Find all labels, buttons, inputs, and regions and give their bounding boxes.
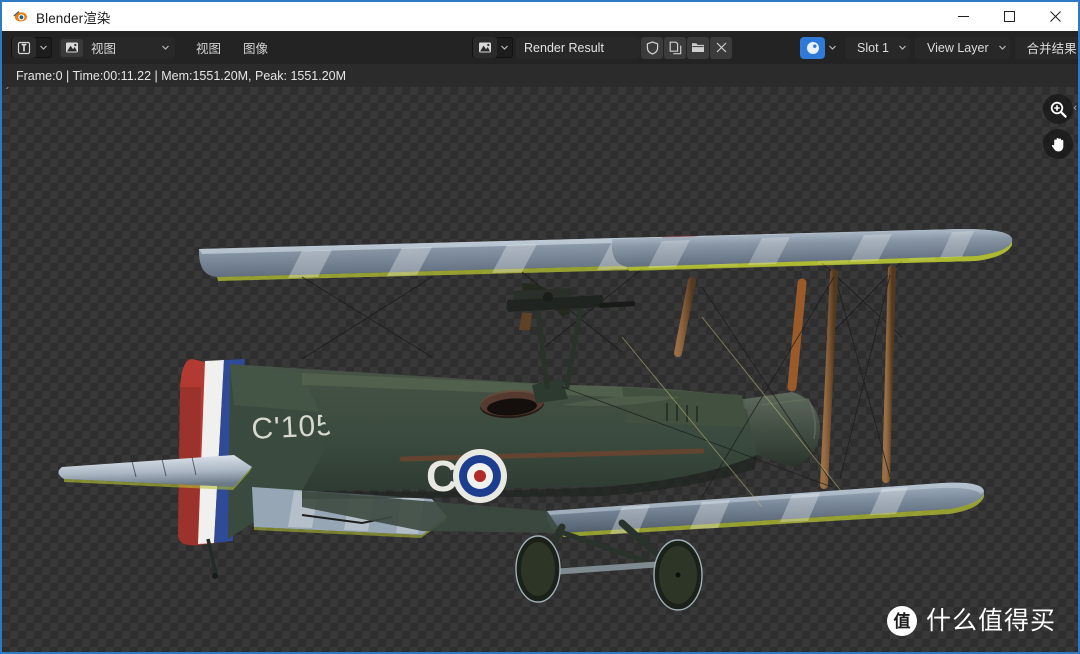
unlink-image-button[interactable] (710, 36, 733, 59)
image-editor-icon (12, 37, 36, 58)
render-pass-dropdown[interactable]: 合并结果 (1014, 36, 1078, 59)
slot-label: Slot 1 (857, 40, 889, 55)
fake-user-button[interactable] (641, 36, 664, 59)
render-slot-icon (800, 36, 826, 59)
landing-gear (515, 519, 703, 611)
image-name-value: Render Result (524, 40, 604, 55)
canvas-tools (1043, 94, 1073, 159)
pan-tool-button[interactable] (1043, 129, 1073, 159)
raf-roundel (453, 449, 507, 503)
render-slot-toggle[interactable] (800, 36, 840, 59)
fuselage-letter: C (426, 452, 458, 501)
image-name-field[interactable]: Render Result (516, 36, 641, 59)
chevron-down-icon (158, 37, 173, 58)
window-title: Blender渲染 (36, 10, 111, 26)
editor-mode-label: 视图 (91, 42, 117, 56)
panel-toggle-chevron[interactable]: ‹ (1073, 102, 1077, 114)
machine-gun (507, 288, 636, 330)
image-editor-header: 视图 视图 图像 Render Result Slot 1 View Layer… (2, 31, 1078, 64)
watermark-badge: 值 (886, 606, 917, 636)
new-copy-button[interactable] (664, 36, 687, 59)
window-controls (940, 2, 1078, 31)
blender-render-window: Blender渲染 视图 视图 图像 Render Result Slot 1 … (0, 0, 1080, 654)
image-canvas[interactable]: › ‹ (2, 87, 1078, 652)
biplane-model: C'1057 C (58, 229, 1013, 611)
image-icon (473, 37, 498, 58)
render-slot-group: Slot 1 View Layer 合并结果 (800, 36, 1078, 59)
image-browse-button[interactable] (472, 37, 514, 58)
chevron-down-icon (895, 37, 910, 58)
editor-type-selector[interactable] (11, 37, 52, 58)
chevron-down-icon (497, 37, 512, 58)
chevron-down-icon (36, 37, 51, 58)
zoom-in-tool-button[interactable] (1043, 94, 1073, 124)
watermark: 值 什么值得买 (886, 606, 1056, 636)
title-bar: Blender渲染 (2, 2, 1078, 31)
title-bar-left: Blender渲染 (2, 7, 110, 27)
view-layer-label: View Layer (927, 40, 989, 55)
chevron-down-icon (995, 37, 1010, 58)
header-menus: 视图 图像 (187, 35, 277, 60)
minimize-button[interactable] (940, 2, 986, 31)
slot-dropdown[interactable]: Slot 1 (845, 36, 910, 59)
blender-logo-icon (12, 8, 29, 25)
watermark-text: 什么值得买 (925, 606, 1056, 635)
render-preview-image: C'1057 C (58, 229, 1013, 611)
image-icon (61, 38, 83, 57)
maximize-button[interactable] (986, 2, 1032, 31)
menu-view[interactable]: 视图 (187, 35, 230, 60)
render-status-text: Frame:0 | Time:00:11.22 | Mem:1551.20M, … (16, 68, 347, 83)
open-image-button[interactable] (687, 36, 710, 59)
editor-mode-dropdown[interactable]: 视图 (59, 36, 175, 59)
image-datablock-group: Render Result (472, 36, 733, 59)
render-status-bar: Frame:0 | Time:00:11.22 | Mem:1551.20M, … (2, 64, 1078, 87)
close-button[interactable] (1032, 2, 1078, 31)
render-pass-label: 合并结果 (1026, 42, 1077, 56)
sidebar-toggle-chevron[interactable]: › (2, 87, 13, 97)
chevron-down-icon (825, 37, 840, 58)
menu-image[interactable]: 图像 (234, 35, 277, 60)
view-layer-dropdown[interactable]: View Layer (915, 36, 1010, 59)
